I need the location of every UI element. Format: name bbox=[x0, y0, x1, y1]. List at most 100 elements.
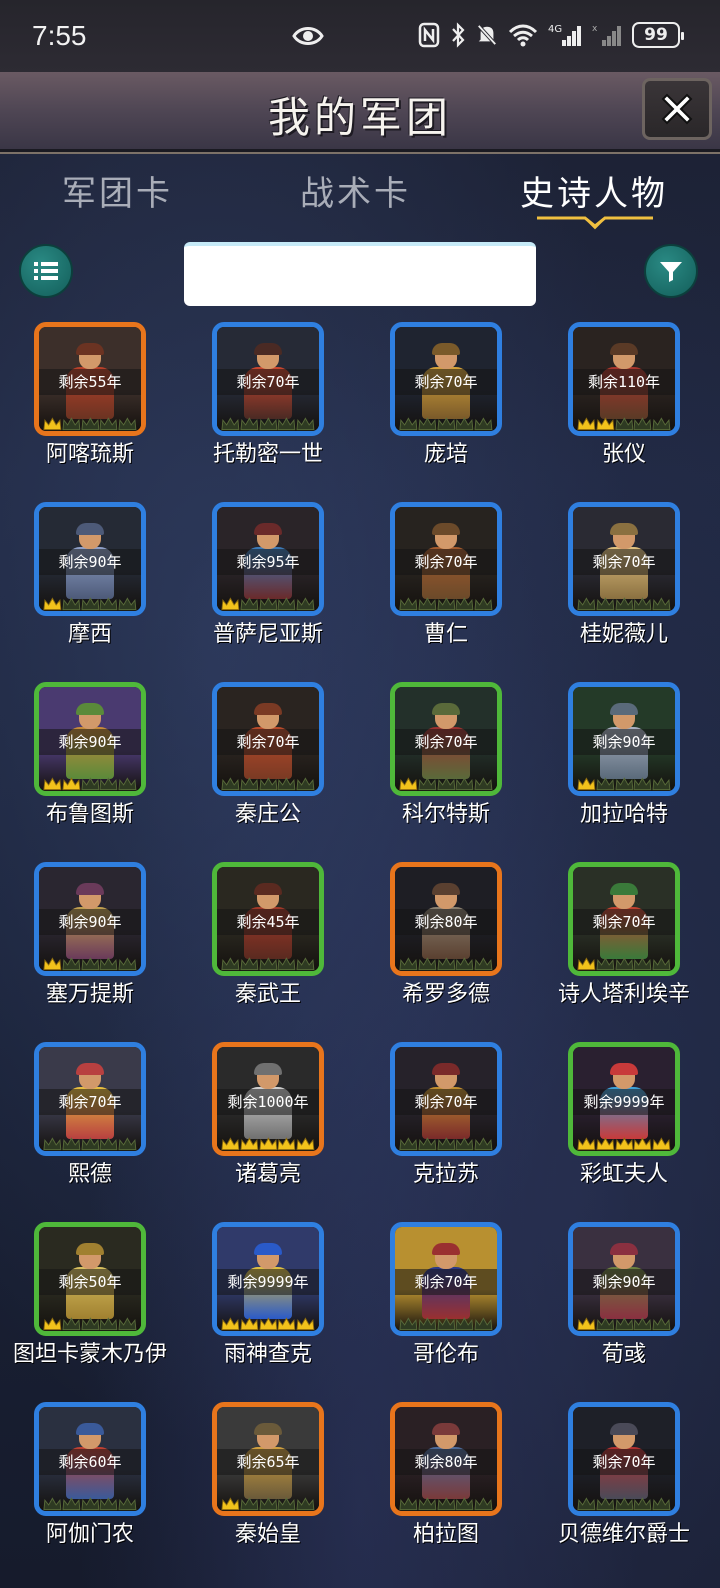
crown-empty-icon bbox=[399, 1137, 418, 1151]
character-portrait[interactable]: 剩余110年 bbox=[568, 322, 680, 436]
character-portrait[interactable]: 剩余70年 bbox=[390, 322, 502, 436]
tab-tactic-cards[interactable]: 战术卡 bbox=[300, 166, 411, 215]
character-card[interactable]: 剩余9999年 彩虹夫人 bbox=[534, 1042, 714, 1202]
crown-empty-icon bbox=[296, 777, 315, 791]
character-card[interactable]: 剩余70年 庞培 bbox=[356, 322, 536, 482]
crown-empty-icon bbox=[615, 417, 633, 431]
character-portrait[interactable]: 剩余70年 bbox=[390, 682, 502, 796]
character-portrait[interactable]: 剩余55年 bbox=[34, 322, 146, 436]
crown-gold-icon bbox=[221, 1137, 240, 1151]
character-portrait[interactable]: 剩余70年 bbox=[212, 322, 324, 436]
character-portrait[interactable]: 剩余70年 bbox=[34, 1042, 146, 1156]
character-portrait[interactable]: 剩余70年 bbox=[212, 682, 324, 796]
battery-indicator: 99 bbox=[632, 22, 684, 48]
character-portrait[interactable]: 剩余90年 bbox=[34, 862, 146, 976]
character-card[interactable]: 剩余55年 阿喀琉斯 bbox=[0, 322, 180, 482]
character-name: 雨神查克 bbox=[223, 1342, 312, 1367]
crown-empty-icon bbox=[62, 1497, 81, 1511]
character-card[interactable]: 剩余90年 加拉哈特 bbox=[534, 682, 714, 842]
character-card[interactable]: 剩余65年 秦始皇 bbox=[178, 1402, 358, 1562]
remaining-years-label: 剩余60年 bbox=[39, 1449, 141, 1475]
character-portrait[interactable]: 剩余95年 bbox=[212, 502, 324, 616]
remaining-years-label: 剩余70年 bbox=[573, 549, 675, 575]
character-card[interactable]: 剩余90年荀彧 bbox=[534, 1222, 714, 1382]
list-menu-button[interactable] bbox=[19, 244, 73, 298]
crown-empty-icon bbox=[474, 417, 493, 431]
character-card[interactable]: 剩余70年 哥伦布 bbox=[356, 1222, 536, 1382]
character-card[interactable]: 剩余70年 科尔特斯 bbox=[356, 682, 536, 842]
character-card[interactable]: 剩余1000年 诸葛亮 bbox=[178, 1042, 358, 1202]
character-portrait[interactable]: 剩余70年 bbox=[390, 502, 502, 616]
character-portrait[interactable]: 剩余90年 bbox=[34, 682, 146, 796]
character-name: 摩西 bbox=[67, 622, 112, 647]
character-name: 荀彧 bbox=[601, 1342, 646, 1367]
character-card[interactable]: 剩余95年 普萨尼亚斯 bbox=[178, 502, 358, 662]
character-card[interactable]: 剩余80年柏拉图 bbox=[356, 1402, 536, 1562]
character-card[interactable]: 剩余90年摩西 bbox=[0, 502, 180, 662]
character-portrait[interactable]: 剩余70年 bbox=[390, 1042, 502, 1156]
character-portrait[interactable]: 剩余80年 bbox=[390, 1402, 502, 1516]
character-portrait[interactable]: 剩余70年 bbox=[568, 1402, 680, 1516]
crown-rating bbox=[217, 593, 319, 611]
crown-empty-icon bbox=[455, 597, 474, 611]
tab-legion-cards[interactable]: 军团卡 bbox=[62, 166, 173, 215]
character-card[interactable]: 剩余60年 阿伽门农 bbox=[0, 1402, 180, 1562]
crown-empty-icon bbox=[118, 1317, 137, 1331]
character-portrait[interactable]: 剩余50年 bbox=[34, 1222, 146, 1336]
character-card[interactable]: 剩余70年 秦庄公 bbox=[178, 682, 358, 842]
character-portrait[interactable]: 剩余90年 bbox=[34, 502, 146, 616]
crown-empty-icon bbox=[43, 1497, 62, 1511]
crown-empty-icon bbox=[418, 1317, 437, 1331]
signal-weak-icon: x bbox=[592, 20, 622, 50]
character-card[interactable]: 剩余70年曹仁 bbox=[356, 502, 536, 662]
character-card[interactable]: 剩余90年 布鲁图斯 bbox=[0, 682, 180, 842]
status-icons: 4G x 99 bbox=[418, 20, 684, 50]
crown-gold-icon bbox=[221, 1497, 240, 1511]
character-card[interactable]: 剩余70年 贝德维尔爵士 bbox=[534, 1402, 714, 1562]
character-portrait[interactable]: 剩余70年 bbox=[568, 862, 680, 976]
crown-rating bbox=[573, 773, 675, 791]
character-portrait[interactable]: 剩余70年 bbox=[568, 502, 680, 616]
character-card[interactable]: 剩余70年 熙德 bbox=[0, 1042, 180, 1202]
character-card[interactable]: 剩余9999年雨神查克 bbox=[178, 1222, 358, 1382]
filter-button[interactable] bbox=[644, 244, 698, 298]
crown-empty-icon bbox=[399, 1497, 418, 1511]
character-portrait[interactable]: 剩余60年 bbox=[34, 1402, 146, 1516]
character-portrait[interactable]: 剩余9999年 bbox=[212, 1222, 324, 1336]
crown-gold-icon bbox=[240, 1137, 259, 1151]
crown-gold-icon bbox=[596, 417, 615, 431]
crown-gold-icon bbox=[615, 1137, 633, 1151]
character-portrait[interactable]: 剩余45年 bbox=[212, 862, 324, 976]
crown-empty-icon bbox=[259, 957, 277, 971]
character-portrait[interactable]: 剩余90年 bbox=[568, 1222, 680, 1336]
character-portrait[interactable]: 剩余70年 bbox=[390, 1222, 502, 1336]
character-card[interactable]: 剩余80年 希罗多德 bbox=[356, 862, 536, 1022]
tab-epic-characters[interactable]: 史诗人物 bbox=[520, 166, 668, 215]
crown-empty-icon bbox=[633, 957, 652, 971]
character-name: 柏拉图 bbox=[412, 1522, 479, 1547]
search-input[interactable] bbox=[184, 242, 536, 306]
character-card[interactable]: 剩余70年 克拉苏 bbox=[356, 1042, 536, 1202]
character-card[interactable]: 剩余70年 诗人塔利埃辛 bbox=[534, 862, 714, 1022]
character-card[interactable]: 剩余45年 秦武王 bbox=[178, 862, 358, 1022]
character-card[interactable]: 剩余90年 塞万提斯 bbox=[0, 862, 180, 1022]
character-card[interactable]: 剩余70年 托勒密一世 bbox=[178, 322, 358, 482]
crown-empty-icon bbox=[474, 1137, 493, 1151]
crown-gold-icon bbox=[577, 417, 596, 431]
crown-empty-icon bbox=[81, 957, 99, 971]
character-portrait[interactable]: 剩余1000年 bbox=[212, 1042, 324, 1156]
character-card[interactable]: 剩余70年 桂妮薇儿 bbox=[534, 502, 714, 662]
close-button[interactable] bbox=[642, 78, 712, 140]
remaining-years-label: 剩余70年 bbox=[395, 1269, 497, 1295]
character-card[interactable]: 剩余110年 张仪 bbox=[534, 322, 714, 482]
character-card[interactable]: 剩余50年 图坦卡蒙木乃伊 bbox=[0, 1222, 180, 1382]
character-portrait[interactable]: 剩余9999年 bbox=[568, 1042, 680, 1156]
character-name: 曹仁 bbox=[423, 622, 468, 647]
character-portrait[interactable]: 剩余90年 bbox=[568, 682, 680, 796]
crown-empty-icon bbox=[62, 957, 81, 971]
crown-gold-icon bbox=[577, 957, 596, 971]
character-portrait[interactable]: 剩余65年 bbox=[212, 1402, 324, 1516]
crown-gold-icon bbox=[43, 417, 62, 431]
crown-empty-icon bbox=[418, 957, 437, 971]
character-portrait[interactable]: 剩余80年 bbox=[390, 862, 502, 976]
